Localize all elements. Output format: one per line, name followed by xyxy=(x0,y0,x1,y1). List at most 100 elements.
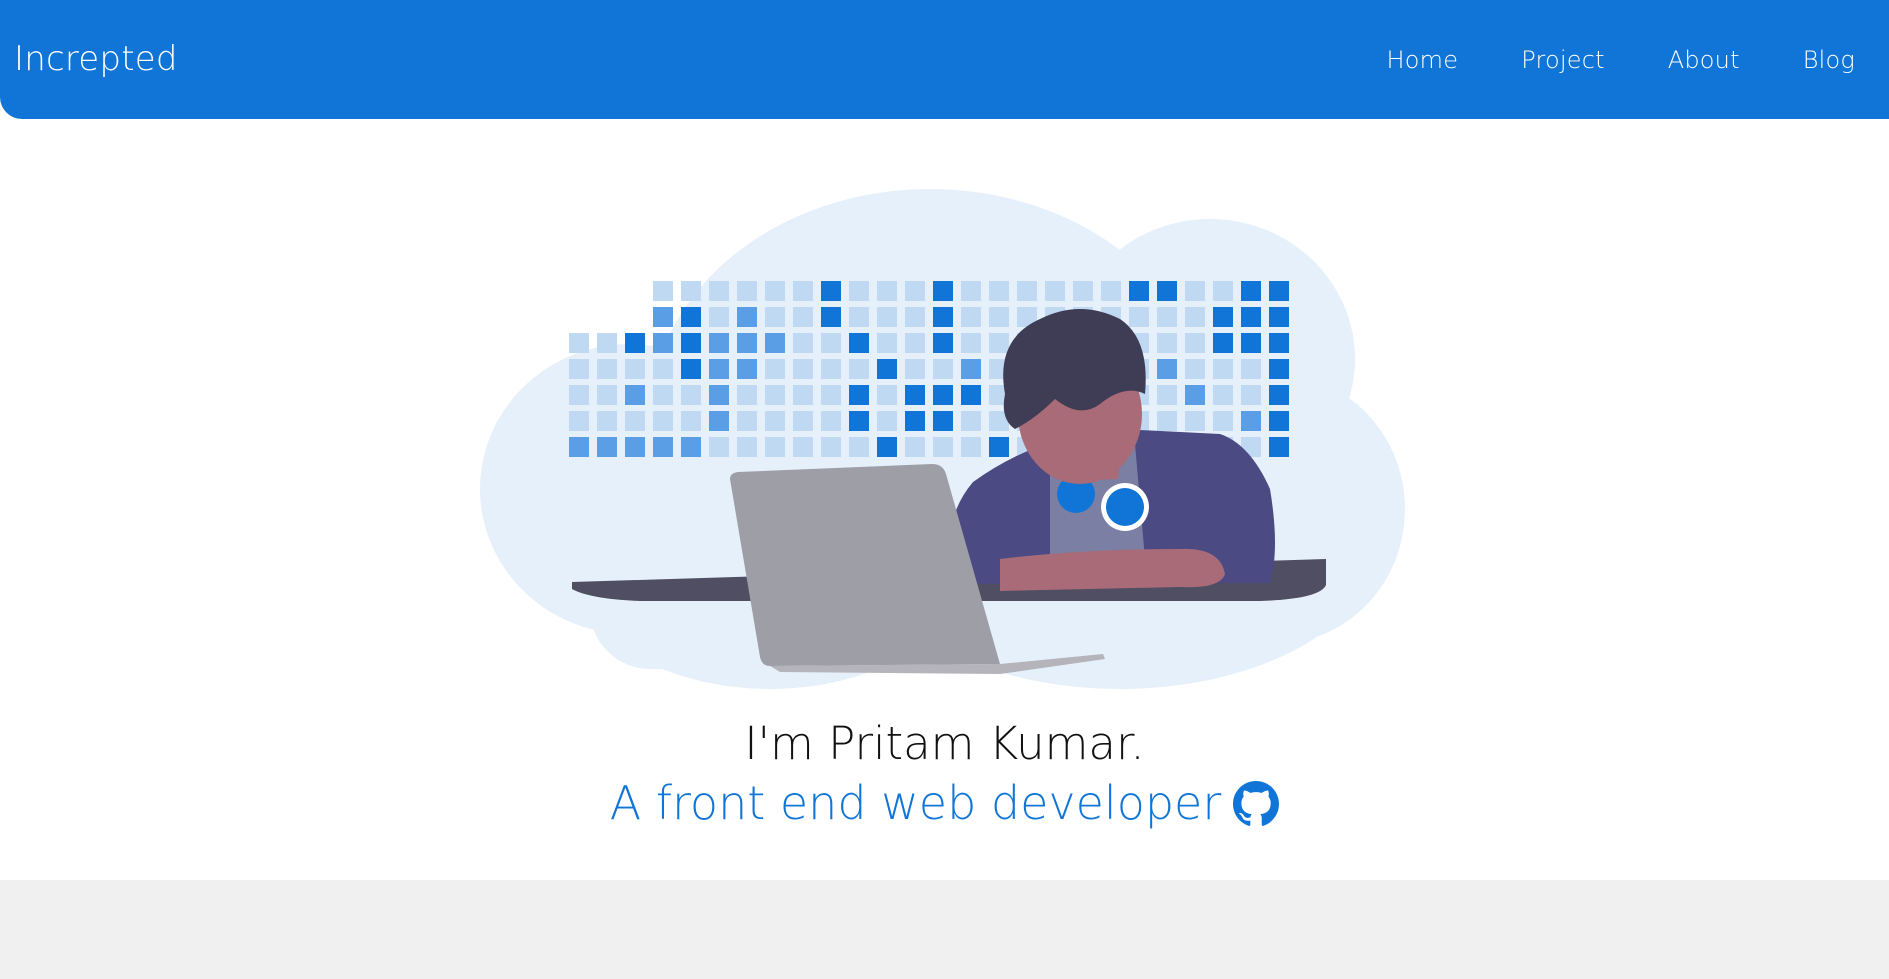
grid-square xyxy=(1213,333,1233,353)
grid-square xyxy=(653,385,673,405)
top-navbar: Increpted Home Project About Blog xyxy=(0,0,1889,119)
grid-square xyxy=(681,437,701,457)
grid-square xyxy=(933,411,953,431)
grid-square xyxy=(849,307,869,327)
grid-square xyxy=(709,307,729,327)
nav-link-blog[interactable]: Blog xyxy=(1803,46,1855,74)
grid-square xyxy=(1213,307,1233,327)
grid-square xyxy=(961,437,981,457)
grid-square xyxy=(793,411,813,431)
grid-square xyxy=(961,281,981,301)
grid-square xyxy=(1185,385,1205,405)
grid-square xyxy=(1157,307,1177,327)
grid-square xyxy=(1213,411,1233,431)
grid-square xyxy=(765,437,785,457)
grid-square xyxy=(1157,333,1177,353)
hero-section: I'm Pritam Kumar. A front end web develo… xyxy=(0,119,1889,880)
grid-square xyxy=(1157,385,1177,405)
grid-square xyxy=(1269,385,1289,405)
grid-square xyxy=(821,307,841,327)
grid-square xyxy=(961,359,981,379)
grid-square xyxy=(905,333,925,353)
grid-square xyxy=(1185,411,1205,431)
grid-square xyxy=(821,359,841,379)
grid-square xyxy=(653,333,673,353)
grid-square xyxy=(765,411,785,431)
grid-square xyxy=(1241,333,1261,353)
grid-square xyxy=(569,359,589,379)
grid-square xyxy=(1157,359,1177,379)
grid-square xyxy=(709,437,729,457)
grid-square xyxy=(681,385,701,405)
grid-square xyxy=(569,333,589,353)
grid-square xyxy=(1269,437,1289,457)
grid-square xyxy=(1269,333,1289,353)
nav-link-home[interactable]: Home xyxy=(1387,46,1459,74)
grid-square xyxy=(821,411,841,431)
grid-square xyxy=(849,437,869,457)
grid-square xyxy=(793,333,813,353)
grid-square xyxy=(989,307,1009,327)
grid-square xyxy=(625,437,645,457)
grid-square xyxy=(765,307,785,327)
grid-square xyxy=(793,437,813,457)
grid-square xyxy=(1185,281,1205,301)
grid-square xyxy=(765,359,785,379)
grid-square xyxy=(905,385,925,405)
grid-square xyxy=(877,307,897,327)
grid-square xyxy=(793,281,813,301)
grid-square xyxy=(737,333,757,353)
grid-square xyxy=(1241,307,1261,327)
grid-square xyxy=(821,385,841,405)
grid-square xyxy=(653,307,673,327)
grid-square xyxy=(793,307,813,327)
grid-square xyxy=(849,333,869,353)
grid-square xyxy=(737,437,757,457)
brand-logo[interactable]: Increpted xyxy=(14,39,178,79)
grid-square xyxy=(933,333,953,353)
grid-square xyxy=(597,437,617,457)
grid-square xyxy=(877,411,897,431)
nav-link-about[interactable]: About xyxy=(1668,46,1740,74)
grid-square xyxy=(933,437,953,457)
nav-link-project[interactable]: Project xyxy=(1521,46,1605,74)
grid-square xyxy=(681,281,701,301)
grid-square xyxy=(653,281,673,301)
grid-square xyxy=(877,359,897,379)
grid-square xyxy=(821,437,841,457)
grid-square xyxy=(821,281,841,301)
grid-square xyxy=(653,359,673,379)
hero-role-text: A front end web developer xyxy=(609,776,1222,830)
grid-square xyxy=(933,307,953,327)
grid-square xyxy=(597,385,617,405)
grid-square xyxy=(1129,307,1149,327)
grid-square xyxy=(849,385,869,405)
grid-square xyxy=(877,385,897,405)
grid-square xyxy=(653,437,673,457)
grid-square xyxy=(569,437,589,457)
grid-square xyxy=(821,333,841,353)
grid-square xyxy=(849,411,869,431)
grid-square xyxy=(709,359,729,379)
grid-square xyxy=(1185,307,1205,327)
grid-square xyxy=(905,437,925,457)
github-icon[interactable] xyxy=(1233,780,1280,827)
grid-square xyxy=(625,333,645,353)
grid-square xyxy=(905,359,925,379)
grid-square xyxy=(625,359,645,379)
grid-square xyxy=(849,359,869,379)
grid-square xyxy=(989,333,1009,353)
grid-square xyxy=(877,333,897,353)
grid-square xyxy=(877,281,897,301)
grid-square xyxy=(961,385,981,405)
footer-band xyxy=(0,880,1889,979)
grid-square xyxy=(1129,281,1149,301)
grid-square xyxy=(905,411,925,431)
grid-square xyxy=(737,385,757,405)
grid-square xyxy=(569,411,589,431)
grid-square xyxy=(681,307,701,327)
grid-square xyxy=(1101,281,1121,301)
grid-square xyxy=(1241,385,1261,405)
grid-square xyxy=(933,385,953,405)
grid-square xyxy=(1241,281,1261,301)
